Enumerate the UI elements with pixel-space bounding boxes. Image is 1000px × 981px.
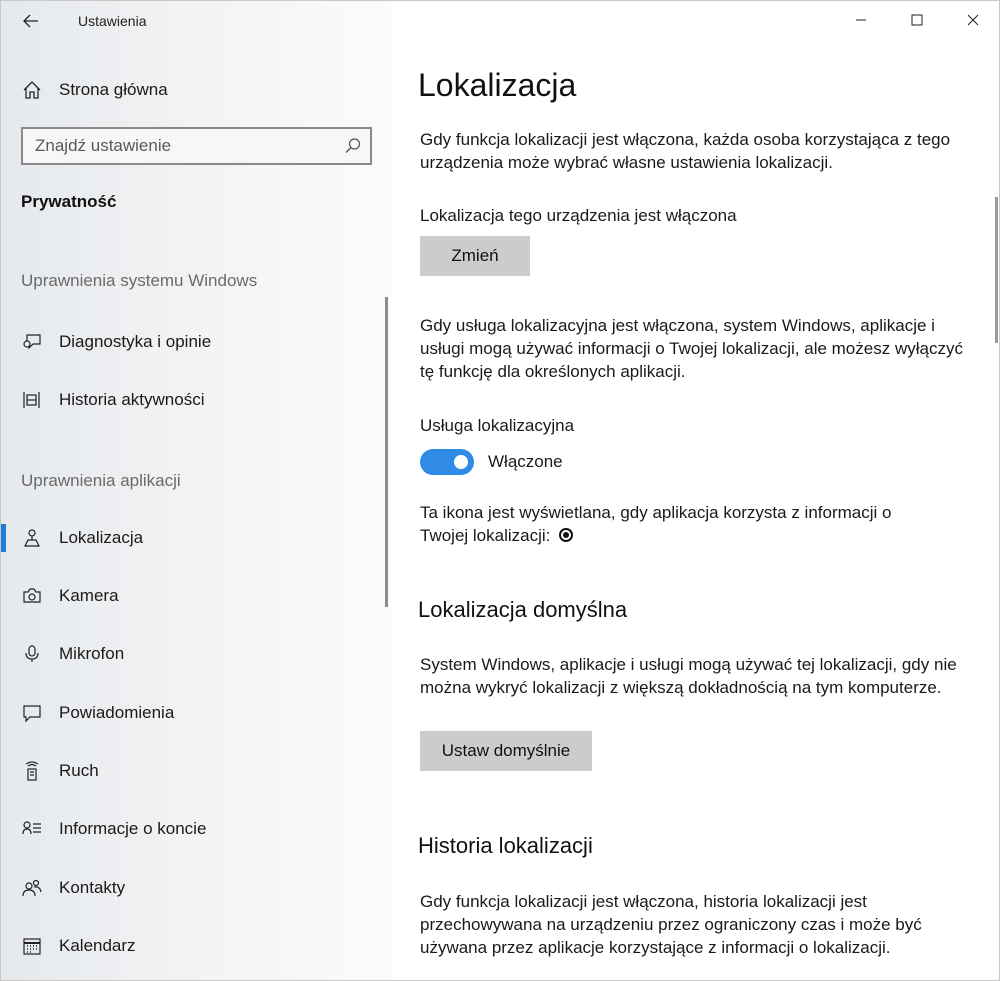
group-label-windows: Uprawnienia systemu Windows (21, 271, 258, 290)
sidebar-item-label: Kontakty (59, 878, 126, 897)
location-in-use-icon (559, 528, 574, 542)
contacts-icon (21, 877, 43, 899)
home-icon (21, 79, 43, 101)
icon-info-line2: Twojej lokalizacji: (420, 526, 551, 545)
sidebar-item-camera[interactable]: Kamera (1, 574, 387, 618)
group-label-apps: Uprawnienia aplikacji (21, 471, 181, 490)
sidebar-item-label: Diagnostyka i opinie (59, 332, 212, 351)
default-location-heading: Lokalizacja domyślna (418, 597, 628, 622)
sidebar-item-label: Mikrofon (59, 644, 125, 663)
location-icon (21, 527, 43, 549)
close-button[interactable] (945, 1, 999, 39)
page-title: Lokalizacja (418, 67, 577, 103)
location-service-toggle[interactable] (420, 449, 474, 475)
app-title: Ustawienia (78, 13, 147, 29)
back-button[interactable] (15, 7, 47, 35)
sidebar-item-label: Ruch (59, 761, 99, 780)
sidebar-item-label: Kalendarz (59, 936, 136, 955)
feedback-icon (21, 331, 43, 353)
device-status-text: Lokalizacja tego urządzenia jest włączon… (420, 206, 737, 225)
close-icon (967, 14, 979, 26)
search-icon[interactable] (344, 137, 362, 155)
microphone-icon (21, 643, 43, 665)
sidebar-item-location[interactable]: Lokalizacja (1, 516, 387, 560)
sidebar-item-contacts[interactable]: Kontakty (1, 866, 387, 910)
sidebar-item-label: Powiadomienia (59, 703, 175, 722)
sidebar-item-calendar[interactable]: Kalendarz (1, 924, 387, 968)
location-history-heading: Historia lokalizacji (418, 833, 593, 858)
account-info-icon (21, 818, 43, 840)
sidebar-item-label: Kamera (59, 586, 119, 605)
sidebar-item-motion[interactable]: Ruch (1, 749, 387, 793)
sidebar-item-activity-history[interactable]: Historia aktywności (1, 378, 387, 422)
toggle-state-label: Włączone (488, 452, 563, 471)
icon-info-line1: Ta ikona jest wyświetlana, gdy aplikacja… (420, 503, 892, 522)
sidebar-item-label: Informacje o koncie (59, 819, 207, 838)
settings-window: Ustawienia Strona główna Prywatność Upra… (0, 0, 1000, 981)
default-location-text: System Windows, aplikacje i usługi mogą … (420, 655, 957, 697)
sidebar-item-label: Historia aktywności (59, 390, 205, 409)
maximize-icon (911, 14, 923, 26)
toggle-knob (454, 455, 468, 469)
change-button[interactable]: Zmień (420, 236, 530, 276)
minimize-icon (856, 19, 866, 21)
calendar-icon (21, 935, 43, 957)
camera-icon (21, 585, 43, 607)
main-content: Lokalizacja Gdy funkcja lokalizacji jest… (391, 1, 999, 980)
sidebar-item-diagnostics[interactable]: Diagnostyka i opinie (1, 320, 387, 364)
back-arrow-icon (23, 14, 38, 28)
notification-icon (21, 702, 43, 724)
service-label: Usługa lokalizacyjna (420, 416, 575, 435)
sidebar-item-microphone[interactable]: Mikrofon (1, 632, 387, 676)
set-default-button[interactable]: Ustaw domyślnie (420, 731, 592, 771)
minimize-button[interactable] (833, 1, 889, 39)
sidebar-item-label: Strona główna (59, 80, 168, 99)
main-scrollbar[interactable] (995, 197, 998, 343)
section-title: Prywatność (21, 192, 117, 211)
sidebar-item-notifications[interactable]: Powiadomienia (1, 691, 387, 735)
sidebar-scrollbar[interactable] (385, 297, 388, 607)
search-field[interactable] (21, 127, 372, 165)
service-info-text: Gdy usługa lokalizacyjna jest włączona, … (420, 316, 963, 381)
location-history-text: Gdy funkcja lokalizacji jest włączona, h… (420, 892, 922, 957)
sidebar-item-label: Lokalizacja (59, 528, 144, 547)
search-input[interactable] (23, 129, 333, 163)
icon-info-text: Ta ikona jest wyświetlana, gdy aplikacja… (420, 501, 975, 547)
sidebar: Ustawienia Strona główna Prywatność Upra… (1, 1, 391, 980)
sidebar-item-account-info[interactable]: Informacje o koncie (1, 807, 387, 851)
timeline-icon (21, 389, 43, 411)
title-bar: Ustawienia (1, 1, 391, 41)
intro-text: Gdy funkcja lokalizacji jest włączona, k… (420, 130, 951, 172)
window-controls (833, 1, 999, 39)
sidebar-item-home[interactable]: Strona główna (1, 71, 391, 109)
motion-icon (21, 760, 43, 782)
maximize-button[interactable] (889, 1, 945, 39)
